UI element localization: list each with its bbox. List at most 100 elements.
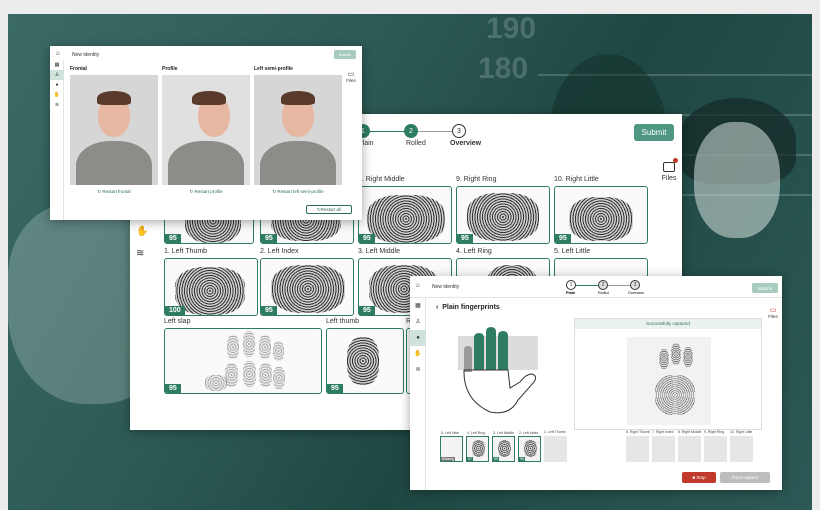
portrait-label: Profile [162, 66, 178, 72]
hand-icon[interactable]: ✋ [136, 226, 148, 237]
folder-icon [663, 158, 678, 172]
files-button[interactable]: ▭ Files [344, 70, 358, 83]
grid-icon[interactable]: ▦ [50, 60, 64, 70]
step-label: Overview [450, 140, 482, 147]
slap-cell[interactable]: Left slap 95 [164, 318, 322, 394]
home-icon[interactable]: ⌂ [416, 283, 420, 289]
finger-slot[interactable]: 1. Left Thumb [544, 430, 567, 462]
thumb-cell[interactable]: Left thumb 95 [326, 318, 404, 394]
folder-icon: ▭ [347, 71, 355, 78]
finger-label: 2. Left Index [260, 248, 299, 255]
grid-icon[interactable]: ▦ [410, 298, 426, 314]
quality-badge: 95 [165, 234, 181, 243]
finger-slot[interactable]: 9. Right Ring [704, 430, 727, 462]
finger-label: 10. Right Little [554, 176, 599, 183]
left-hand-slots: 5. Left Little Missing 4. Left Ring 97 3. … [440, 430, 567, 462]
finger-label: 8. Right Middle [358, 176, 405, 183]
finger-label: 1. Left Thumb [164, 248, 208, 255]
step-1[interactable]: 1 [566, 280, 576, 290]
quality-badge: 95 [359, 306, 375, 315]
submit-button[interactable]: Submit [752, 283, 778, 293]
step-2[interactable]: 2 [598, 280, 608, 290]
sidebar: ▦ ♙ ● ✋ ≋ [410, 298, 426, 490]
finger-slot[interactable]: 7. Right Index [652, 430, 675, 462]
step-label: Rolled [406, 140, 426, 147]
quality-badge: 95 [165, 384, 181, 393]
folder-icon: ▭ [769, 307, 777, 314]
sidebar: ▦ ♙ ● ✋ ≋ [50, 60, 64, 220]
finger-cell[interactable]: 9. Right Ring 95 [456, 176, 550, 244]
woman-face [694, 122, 780, 238]
finger-label: 3. Left Middle [358, 248, 401, 255]
stepper: 1 2 3 [566, 280, 640, 290]
step-label: Plain [566, 291, 576, 295]
stepper: 1 2 3 [356, 124, 466, 138]
files-label: Files [346, 78, 356, 83]
quality-badge: 95 [261, 234, 277, 243]
right-hand-slots: 6. Right Thumb 7. Right Index 8. Right M… [626, 430, 753, 462]
portrait-label: Frontal [70, 66, 87, 72]
finger-slot[interactable]: 10. Right Little [730, 430, 753, 462]
quality-badge: 95 [457, 234, 473, 243]
restart-frontal-button[interactable]: ↻ Restart frontal [70, 189, 158, 195]
portrait-label: Left semi-profile [254, 66, 293, 72]
finger-slot[interactable]: 2. Left Index 96 [518, 431, 541, 462]
step-label: Overview [628, 291, 644, 295]
finger-cell[interactable]: 2. Left Index 95 [260, 248, 354, 316]
hand-icon[interactable]: ✋ [410, 346, 426, 362]
step-2[interactable]: 2 [404, 124, 418, 138]
page-title: ‹ Plain fingerprints [436, 304, 500, 311]
submit-button[interactable]: Submit [634, 124, 674, 141]
home-icon[interactable]: ⌂ [56, 51, 60, 57]
breadcrumb: New identity [72, 52, 100, 58]
finger-cell[interactable]: 1. Left Thumb 100 [164, 248, 258, 316]
user-icon[interactable]: ♙ [50, 70, 64, 80]
finger-slot[interactable]: 8. Right Middle [678, 430, 701, 462]
portrait-frontal: Frontal ↻ Restart frontal [70, 66, 158, 195]
quality-badge: 95 [359, 234, 375, 243]
quality-badge: 100 [165, 306, 185, 315]
hand-diagram [430, 320, 570, 420]
finger-label: 9. Right Ring [456, 176, 497, 183]
circle-icon[interactable]: ● [50, 80, 64, 90]
height-chart-number: 190 [486, 14, 537, 45]
finger-slot[interactable]: 6. Right Thumb [626, 430, 650, 462]
finger-slot[interactable]: 3. Left Middle 99 [492, 431, 515, 462]
fingerprint-icon[interactable]: ≋ [50, 100, 64, 110]
step-3[interactable]: 3 [452, 124, 466, 138]
restart-all-button[interactable]: ↻ Restart all [306, 205, 352, 214]
point-capture-button[interactable]: Point capture [720, 472, 770, 483]
fingerprint-icon[interactable]: ≋ [136, 248, 144, 259]
portraits-window: ⌂ New identity Submit ▦ ♙ ● ✋ ≋ ▭ Files F… [50, 46, 362, 220]
height-chart-number: 180 [478, 52, 529, 85]
quality-badge: 95 [555, 234, 571, 243]
hand-icon[interactable]: ✋ [50, 90, 64, 100]
stop-icon: ■ [692, 475, 696, 480]
files-button[interactable]: Files [658, 158, 680, 182]
finger-label: Left slap [164, 318, 191, 325]
finger-slot[interactable]: 4. Left Ring 97 [466, 431, 489, 462]
finger-cell[interactable]: 8. Right Middle 95 [358, 176, 452, 244]
stop-button[interactable]: ■ Stop [682, 472, 716, 483]
step-3[interactable]: 3 [630, 280, 640, 290]
capture-preview: Successfully captured [574, 318, 762, 430]
finger-label: 5. Left Little [554, 248, 591, 255]
quality-badge: 95 [261, 306, 277, 315]
user-icon[interactable]: ♙ [410, 314, 426, 330]
plain-fingerprints-window: ⌂ New identity 1 2 3 Plain Rolled Overvi… [410, 276, 782, 490]
portrait-semi-profile: Left semi-profile ↻ Restart left semi-pr… [254, 66, 342, 195]
fingerprint-icon[interactable]: ≋ [410, 362, 426, 378]
finger-label: Left thumb [326, 318, 360, 325]
profile-photo [162, 75, 250, 185]
submit-button[interactable]: Submit [334, 50, 356, 59]
restart-profile-button[interactable]: ↻ Restart profile [162, 189, 250, 195]
semi-profile-photo [254, 75, 342, 185]
restart-semi-profile-button[interactable]: ↻ Restart left semi-profile [254, 189, 342, 195]
breadcrumb: New identity [432, 284, 460, 290]
circle-icon[interactable]: ● [410, 330, 426, 346]
files-button[interactable]: ▭ Files [766, 306, 780, 319]
quality-badge: 95 [327, 384, 343, 393]
finger-cell[interactable]: 10. Right Little 95 [554, 176, 648, 244]
captured-slap-image [627, 337, 711, 425]
finger-slot[interactable]: 5. Left Little Missing [440, 431, 463, 462]
